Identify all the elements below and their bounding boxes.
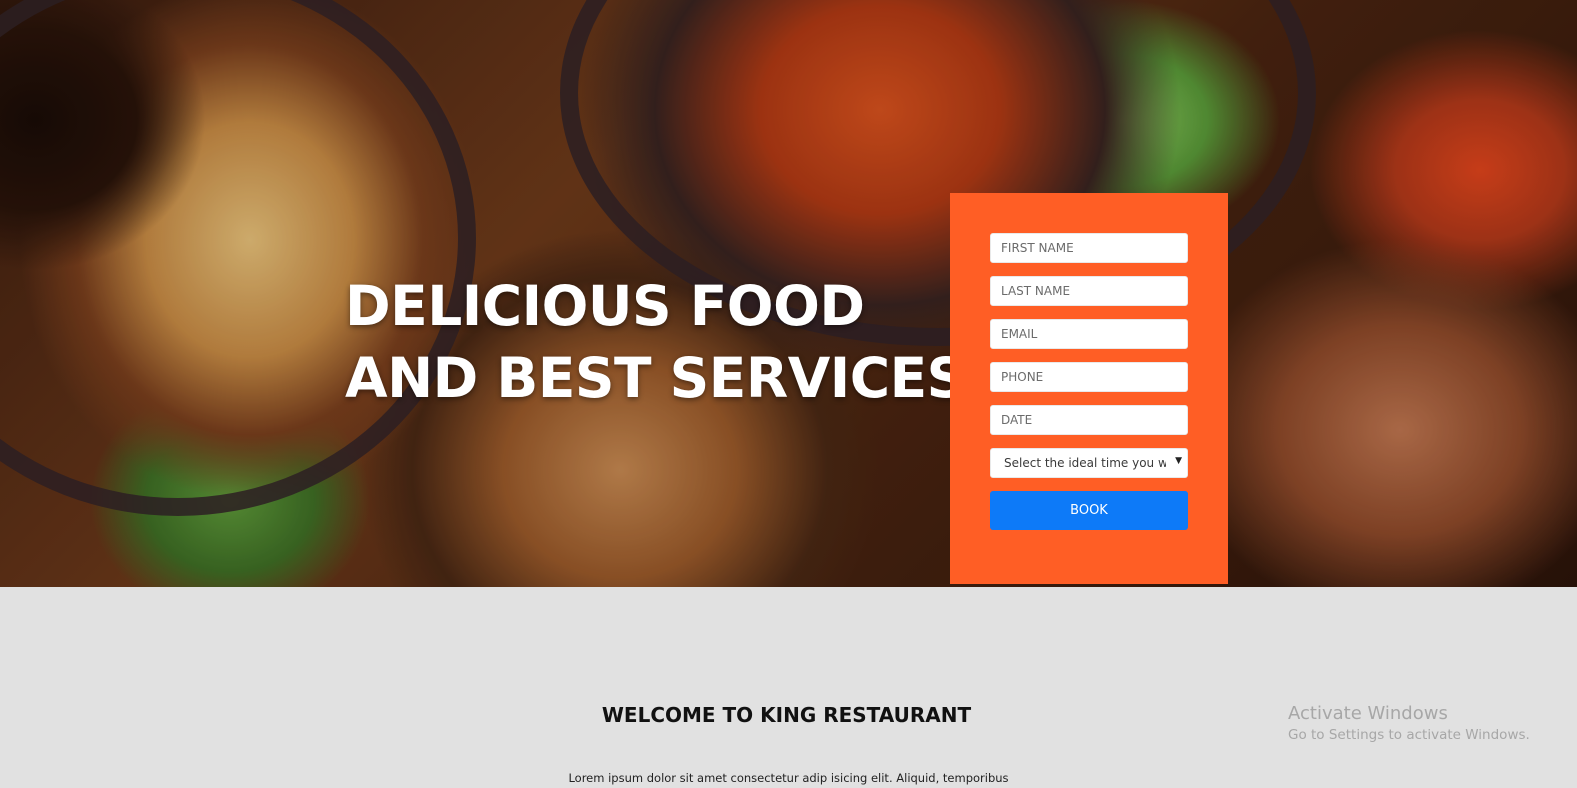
- booking-form: Select the ideal time you wc ▼ BOOK: [950, 193, 1228, 584]
- phone-field[interactable]: [990, 362, 1188, 392]
- book-button[interactable]: BOOK: [990, 491, 1188, 530]
- hero-banner: DELICIOUS FOOD AND BEST SERVICES Select …: [0, 0, 1577, 587]
- section-body-text: Lorem ipsum dolor sit amet consectetur a…: [568, 771, 1009, 785]
- hero-headline-line-1: DELICIOUS FOOD: [345, 274, 865, 338]
- watermark-title: Activate Windows: [1288, 703, 1448, 724]
- email-field[interactable]: [990, 319, 1188, 349]
- first-name-field[interactable]: [990, 233, 1188, 263]
- time-select-value: Select the ideal time you wc: [1004, 456, 1166, 470]
- hero-headline: DELICIOUS FOOD AND BEST SERVICES: [345, 270, 966, 414]
- last-name-field[interactable]: [990, 276, 1188, 306]
- date-field[interactable]: [990, 405, 1188, 435]
- chevron-down-icon: ▼: [1175, 456, 1182, 466]
- time-select[interactable]: Select the ideal time you wc ▼: [990, 448, 1188, 478]
- hero-headline-line-2: AND BEST SERVICES: [345, 346, 966, 410]
- os-activation-watermark: Activate Windows Go to Settings to activ…: [1288, 703, 1530, 745]
- watermark-subtitle: Go to Settings to activate Windows.: [1288, 727, 1530, 743]
